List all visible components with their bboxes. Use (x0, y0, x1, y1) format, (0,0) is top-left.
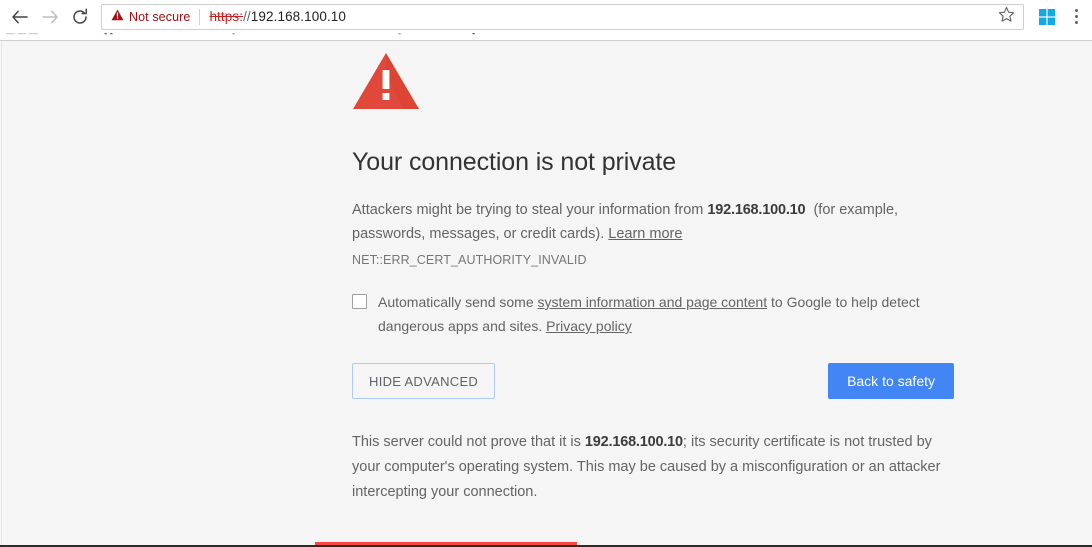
url-scheme: https: (209, 9, 244, 24)
bookmark-item[interactable]: ▪ (232, 33, 235, 38)
browser-window: Not secure https://192.168.100.10 — — — … (0, 0, 1092, 547)
windows-logo-icon[interactable] (1038, 8, 1056, 26)
back-arrow-icon (10, 7, 30, 27)
warning-lead: Attackers might be trying to steal your … (352, 202, 704, 218)
warning-triangle-icon (111, 9, 124, 24)
system-information-link[interactable]: system information and page content (538, 294, 768, 310)
star-icon (998, 6, 1015, 28)
interstitial-page: Your connection is not private Attackers… (1, 41, 1091, 547)
back-to-safety-button[interactable]: Back to safety (828, 363, 954, 399)
address-bar[interactable]: Not secure https://192.168.100.10 (101, 3, 1024, 30)
hide-advanced-button[interactable]: HIDE ADVANCED (352, 363, 496, 399)
kebab-dot (1074, 15, 1078, 18)
back-button[interactable] (5, 2, 35, 32)
toolbar-right-actions (1024, 5, 1092, 29)
bookmark-item[interactable]: ▪ (398, 33, 401, 38)
advanced-host: 192.168.100.10 (584, 434, 683, 450)
red-warning-triangle-icon (352, 51, 972, 111)
privacy-policy-link[interactable]: Privacy policy (546, 318, 632, 334)
kebab-dot (1074, 9, 1078, 12)
optin-middle: to Google to help detect (771, 294, 920, 310)
optin-row[interactable]: Automatically send some system informati… (352, 267, 922, 338)
advanced-explanation: This server could not prove that it is 1… (352, 399, 947, 505)
bookmark-button[interactable] (995, 6, 1017, 28)
url-text[interactable]: https://192.168.100.10 (209, 9, 995, 24)
optin-label: Automatically send some system informati… (367, 290, 922, 338)
kebab-menu-icon[interactable] (1064, 5, 1088, 29)
url-scheme-slashes: // (243, 9, 251, 24)
reload-icon (70, 7, 90, 27)
warning-host: 192.168.100.10 (707, 202, 806, 218)
security-status-label: Not secure (129, 9, 191, 24)
optin-tail: dangerous apps and sites. (378, 318, 543, 334)
warning-example-open: (for example, (813, 202, 899, 218)
bookmark-item[interactable]: ▪ (472, 33, 475, 38)
advanced-lead: This server could not prove that it is (352, 434, 581, 450)
reload-button[interactable] (65, 2, 95, 32)
browser-toolbar: Not secure https://192.168.100.10 (0, 0, 1092, 33)
button-row: HIDE ADVANCED Back to safety (352, 363, 954, 399)
omnibox-separator (199, 8, 201, 25)
warning-description: Attackers might be trying to steal your … (352, 177, 917, 246)
security-status-badge[interactable]: Not secure (111, 9, 190, 24)
learn-more-link[interactable]: Learn more (608, 226, 682, 242)
kebab-dot (1074, 21, 1078, 24)
bookmarks-bar[interactable]: — — — ▪ ▪ ▪ ▪ ▪ (0, 33, 1092, 40)
page-title: Your connection is not private (352, 148, 677, 176)
error-code: NET::ERR_CERT_AUTHORITY_INVALID (352, 253, 587, 267)
forward-button[interactable] (35, 2, 65, 32)
forward-arrow-icon (40, 7, 60, 27)
optin-lead: Automatically send some (378, 294, 534, 310)
warning-tail: passwords, messages, or credit cards). (352, 226, 605, 242)
url-host: 192.168.100.10 (250, 9, 347, 24)
bookmark-item[interactable]: — — — (6, 33, 38, 38)
send-report-checkbox[interactable] (352, 294, 367, 309)
interstitial-content: Your connection is not private Attackers… (352, 41, 972, 505)
bookmark-item[interactable]: ▪ ▪ (104, 33, 113, 38)
